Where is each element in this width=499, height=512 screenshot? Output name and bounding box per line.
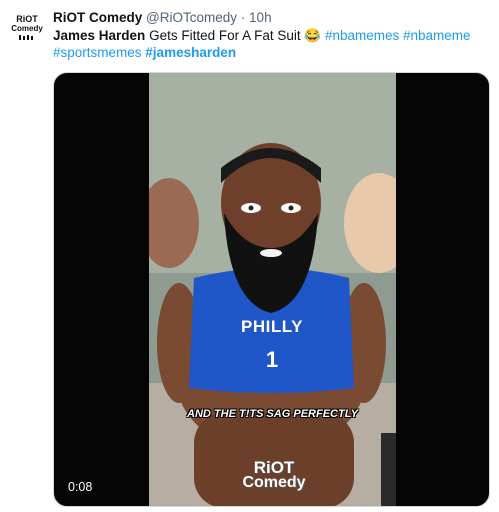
hashtag-link[interactable]: #nbameme xyxy=(403,28,471,43)
tweet-time[interactable]: 10h xyxy=(249,10,272,25)
tweet-text-bold: James Harden xyxy=(53,28,146,43)
separator-dot: · xyxy=(240,10,246,25)
watermark-line2: Comedy xyxy=(242,474,306,491)
video-duration: 0:08 xyxy=(68,480,93,494)
hashtag-link[interactable]: #jamesharden xyxy=(145,45,236,60)
hashtag-link[interactable]: #sportsmemes xyxy=(53,45,142,60)
video-frame-illustration xyxy=(149,73,396,506)
author-handle[interactable]: @RiOTcomedy xyxy=(146,10,237,25)
jersey-team-text: PHILLY xyxy=(241,317,303,336)
watermark-logo: RiOT Comedy xyxy=(224,458,324,491)
tweet-text-rest: Gets Fitted For A Fat Suit 😂 xyxy=(145,28,325,43)
author-name[interactable]: RiOT Comedy xyxy=(53,10,142,25)
logo-line1: RiOT xyxy=(16,14,38,24)
tweet-text: James Harden Gets Fitted For A Fat Suit … xyxy=(53,27,473,61)
riot-comedy-logo: RiOT Comedy xyxy=(11,14,43,40)
avatar[interactable]: RiOT Comedy xyxy=(9,8,45,44)
logo-line2: Comedy xyxy=(11,24,43,33)
jersey-number-text: 1 xyxy=(265,347,279,372)
video-player[interactable]: PHILLY 1 AND THE T!TS SAG PERFECTLY RiOT… xyxy=(53,72,490,507)
video-caption: AND THE T!TS SAG PERFECTLY xyxy=(187,408,358,420)
tweet-header: RiOT Comedy @RiOTcomedy · 10h xyxy=(53,9,272,26)
hashtag-link[interactable]: #nbamemes xyxy=(325,28,399,43)
watermark-line1: RiOT xyxy=(253,458,295,477)
